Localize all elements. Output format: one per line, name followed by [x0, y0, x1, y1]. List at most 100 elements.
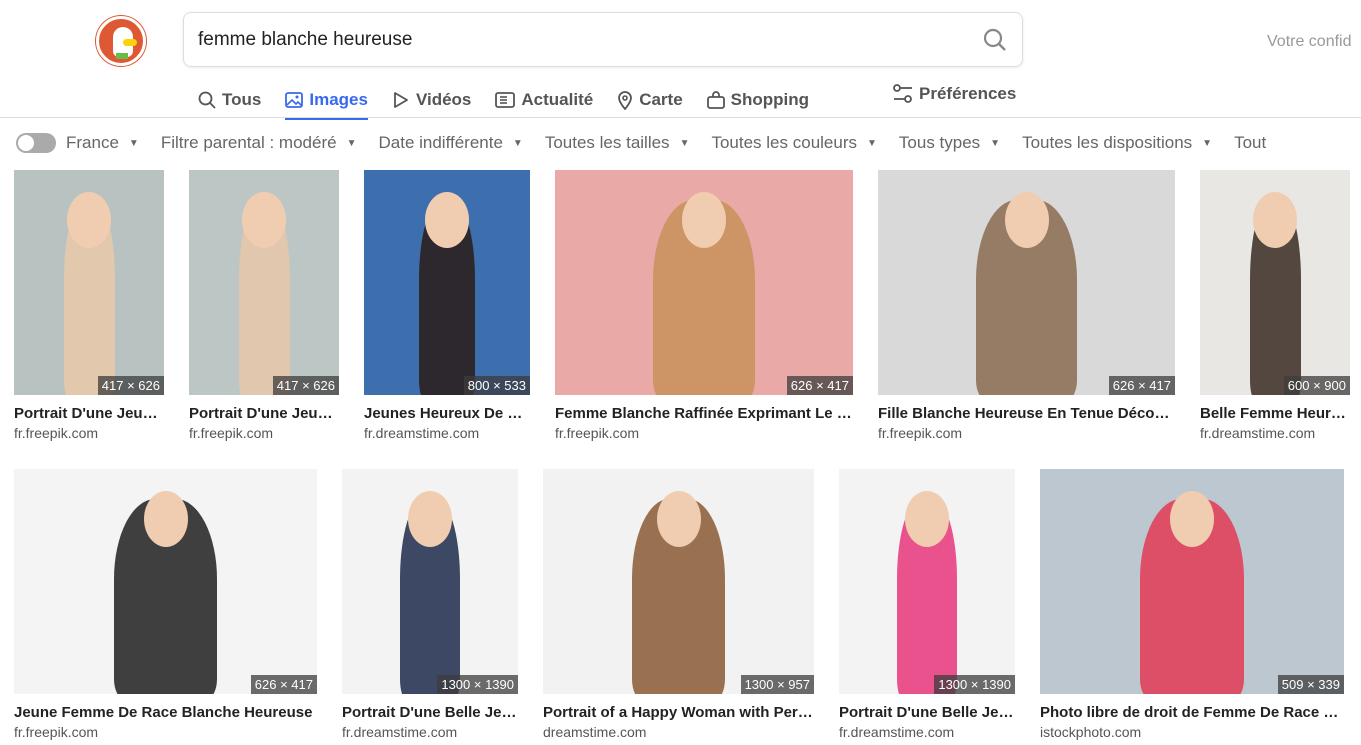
preferences-button[interactable]: Préférences	[893, 84, 1016, 104]
tab-actualite[interactable]: Actualité	[495, 82, 593, 118]
result-title[interactable]: Jeune Femme De Race Blanche Heureuse	[14, 704, 317, 721]
tab-label: Vidéos	[415, 90, 472, 109]
tab-tous[interactable]: Tous	[198, 82, 261, 118]
filter-dropdown[interactable]: Tous types ▼	[899, 133, 1000, 153]
image-dimensions: 417 × 626	[272, 376, 339, 395]
result-title[interactable]: Portrait D'une Belle Jeune Femme	[342, 704, 518, 721]
news-icon	[495, 92, 516, 108]
result-source[interactable]: fr.dreamstime.com	[1200, 425, 1350, 441]
image-result[interactable]: 800 × 533 Jeunes Heureux De Femme fr.dre…	[364, 170, 530, 441]
result-thumbnail[interactable]: 1300 × 957	[543, 469, 814, 694]
image-result[interactable]: 417 × 626 Portrait D'une Jeune Femme fr.…	[189, 170, 339, 441]
filter-dropdown[interactable]: Filtre parental : modéré ▼	[161, 133, 357, 153]
caret-down-icon: ▼	[128, 137, 139, 149]
caret-down-icon: ▼	[512, 137, 523, 149]
image-result[interactable]: 626 × 417 Femme Blanche Raffinée Exprima…	[555, 170, 853, 441]
result-thumbnail[interactable]: 1300 × 1390	[342, 469, 518, 694]
filter-dropdown[interactable]: Toutes les dispositions ▼	[1022, 133, 1212, 153]
result-title[interactable]: Portrait D'une Jeune Femme	[14, 405, 164, 422]
result-source[interactable]: fr.freepik.com	[189, 425, 339, 441]
region-toggle[interactable]	[16, 133, 56, 153]
image-dimensions: 626 × 417	[250, 675, 317, 694]
result-title[interactable]: Fille Blanche Heureuse En Tenue Décontra…	[878, 405, 1175, 422]
result-source[interactable]: fr.freepik.com	[14, 425, 164, 441]
result-thumbnail[interactable]: 509 × 339	[1040, 469, 1344, 694]
tab-images[interactable]: Images	[285, 82, 368, 120]
tab-carte[interactable]: Carte	[617, 82, 683, 118]
thumbnail-face	[408, 491, 452, 547]
thumbnail-face	[67, 192, 111, 248]
result-thumbnail[interactable]: 417 × 626	[14, 170, 164, 395]
image-icon	[285, 92, 304, 108]
privacy-text[interactable]: Votre confid	[1267, 33, 1352, 51]
result-thumbnail[interactable]: 626 × 417	[14, 469, 317, 694]
caret-down-icon: ▼	[1202, 137, 1213, 149]
image-result[interactable]: 1300 × 1390 Portrait D'une Belle Jeune F…	[839, 469, 1015, 740]
image-dimensions: 1300 × 1390	[437, 675, 518, 694]
result-source[interactable]: istockphoto.com	[1040, 724, 1344, 740]
image-result[interactable]: 600 × 900 Belle Femme Heureuse fr.dreams…	[1200, 170, 1350, 441]
result-thumbnail[interactable]: 417 × 626	[189, 170, 339, 395]
search-tabs: Tous Images Vidéos Actualité Carte Shopp…	[198, 82, 833, 120]
image-dimensions: 1300 × 957	[740, 675, 814, 694]
search-icon[interactable]	[982, 27, 1008, 53]
result-title[interactable]: Femme Blanche Raffinée Exprimant Le Bonh…	[555, 405, 853, 422]
duckduckgo-logo[interactable]	[96, 16, 146, 66]
tab-shopping[interactable]: Shopping	[706, 82, 810, 118]
filter-label: Filtre parental : modéré	[160, 133, 337, 152]
sliders-icon	[893, 84, 912, 103]
search-bar	[183, 12, 1023, 67]
image-result[interactable]: 1300 × 957 Portrait of a Happy Woman wit…	[543, 469, 814, 740]
result-title[interactable]: Photo libre de droit de Femme De Race Bl…	[1040, 704, 1344, 721]
caret-down-icon: ▼	[346, 137, 357, 149]
search-input[interactable]	[198, 28, 982, 51]
result-source[interactable]: fr.freepik.com	[555, 425, 853, 441]
thumbnail-face	[425, 192, 469, 248]
filter-region[interactable]: France ▼	[66, 133, 139, 153]
result-thumbnail[interactable]: 1300 × 1390	[839, 469, 1015, 694]
image-result[interactable]: 626 × 417 Jeune Femme De Race Blanche He…	[14, 469, 317, 740]
tab-label: Images	[309, 90, 368, 109]
filter-label: France	[66, 133, 119, 152]
result-title[interactable]: Jeunes Heureux De Femme	[364, 405, 530, 422]
preferences-label: Préférences	[919, 84, 1017, 103]
caret-down-icon: ▼	[679, 137, 690, 149]
map-pin-icon	[618, 91, 633, 110]
tab-label: Shopping	[730, 90, 810, 109]
image-result[interactable]: 1300 × 1390 Portrait D'une Belle Jeune F…	[342, 469, 518, 740]
thumbnail-face	[1253, 192, 1297, 248]
filter-label: Toutes les tailles	[544, 133, 670, 152]
result-title[interactable]: Portrait D'une Jeune Femme	[189, 405, 339, 422]
image-result[interactable]: 509 × 339 Photo libre de droit de Femme …	[1040, 469, 1344, 740]
result-source[interactable]: fr.freepik.com	[14, 724, 317, 740]
image-dimensions: 417 × 626	[97, 376, 164, 395]
result-source[interactable]: fr.dreamstime.com	[364, 425, 530, 441]
image-dimensions: 800 × 533	[463, 376, 530, 395]
thumbnail-face	[242, 192, 286, 248]
image-result[interactable]: 626 × 417 Fille Blanche Heureuse En Tenu…	[878, 170, 1175, 441]
image-result[interactable]: 417 × 626 Portrait D'une Jeune Femme fr.…	[14, 170, 164, 441]
result-title[interactable]: Belle Femme Heureuse	[1200, 405, 1350, 422]
filter-label: Date indifférente	[378, 133, 503, 152]
result-thumbnail[interactable]: 600 × 900	[1200, 170, 1350, 395]
filter-label: Toutes les couleurs	[711, 133, 857, 152]
image-dimensions: 626 × 417	[1108, 376, 1175, 395]
tab-label: Tous	[222, 90, 262, 109]
result-title[interactable]: Portrait D'une Belle Jeune Femme	[839, 704, 1015, 721]
result-source[interactable]: fr.dreamstime.com	[342, 724, 518, 740]
result-thumbnail[interactable]: 626 × 417	[555, 170, 853, 395]
result-thumbnail[interactable]: 626 × 417	[878, 170, 1175, 395]
result-source[interactable]: fr.dreamstime.com	[839, 724, 1015, 740]
filter-dropdown[interactable]: Tout	[1234, 133, 1266, 153]
tab-videos[interactable]: Vidéos	[392, 82, 471, 118]
filter-dropdown[interactable]: Date indifférente ▼	[378, 133, 522, 153]
filter-dropdown[interactable]: Toutes les tailles ▼	[545, 133, 690, 153]
result-source[interactable]: dreamstime.com	[543, 724, 814, 740]
header-divider	[0, 117, 1361, 118]
filter-dropdown[interactable]: Toutes les couleurs ▼	[711, 133, 876, 153]
result-source[interactable]: fr.freepik.com	[878, 425, 1175, 441]
result-title[interactable]: Portrait of a Happy Woman with Perfect S…	[543, 704, 814, 721]
play-icon	[394, 92, 408, 108]
caret-down-icon: ▼	[867, 137, 877, 149]
result-thumbnail[interactable]: 800 × 533	[364, 170, 530, 395]
